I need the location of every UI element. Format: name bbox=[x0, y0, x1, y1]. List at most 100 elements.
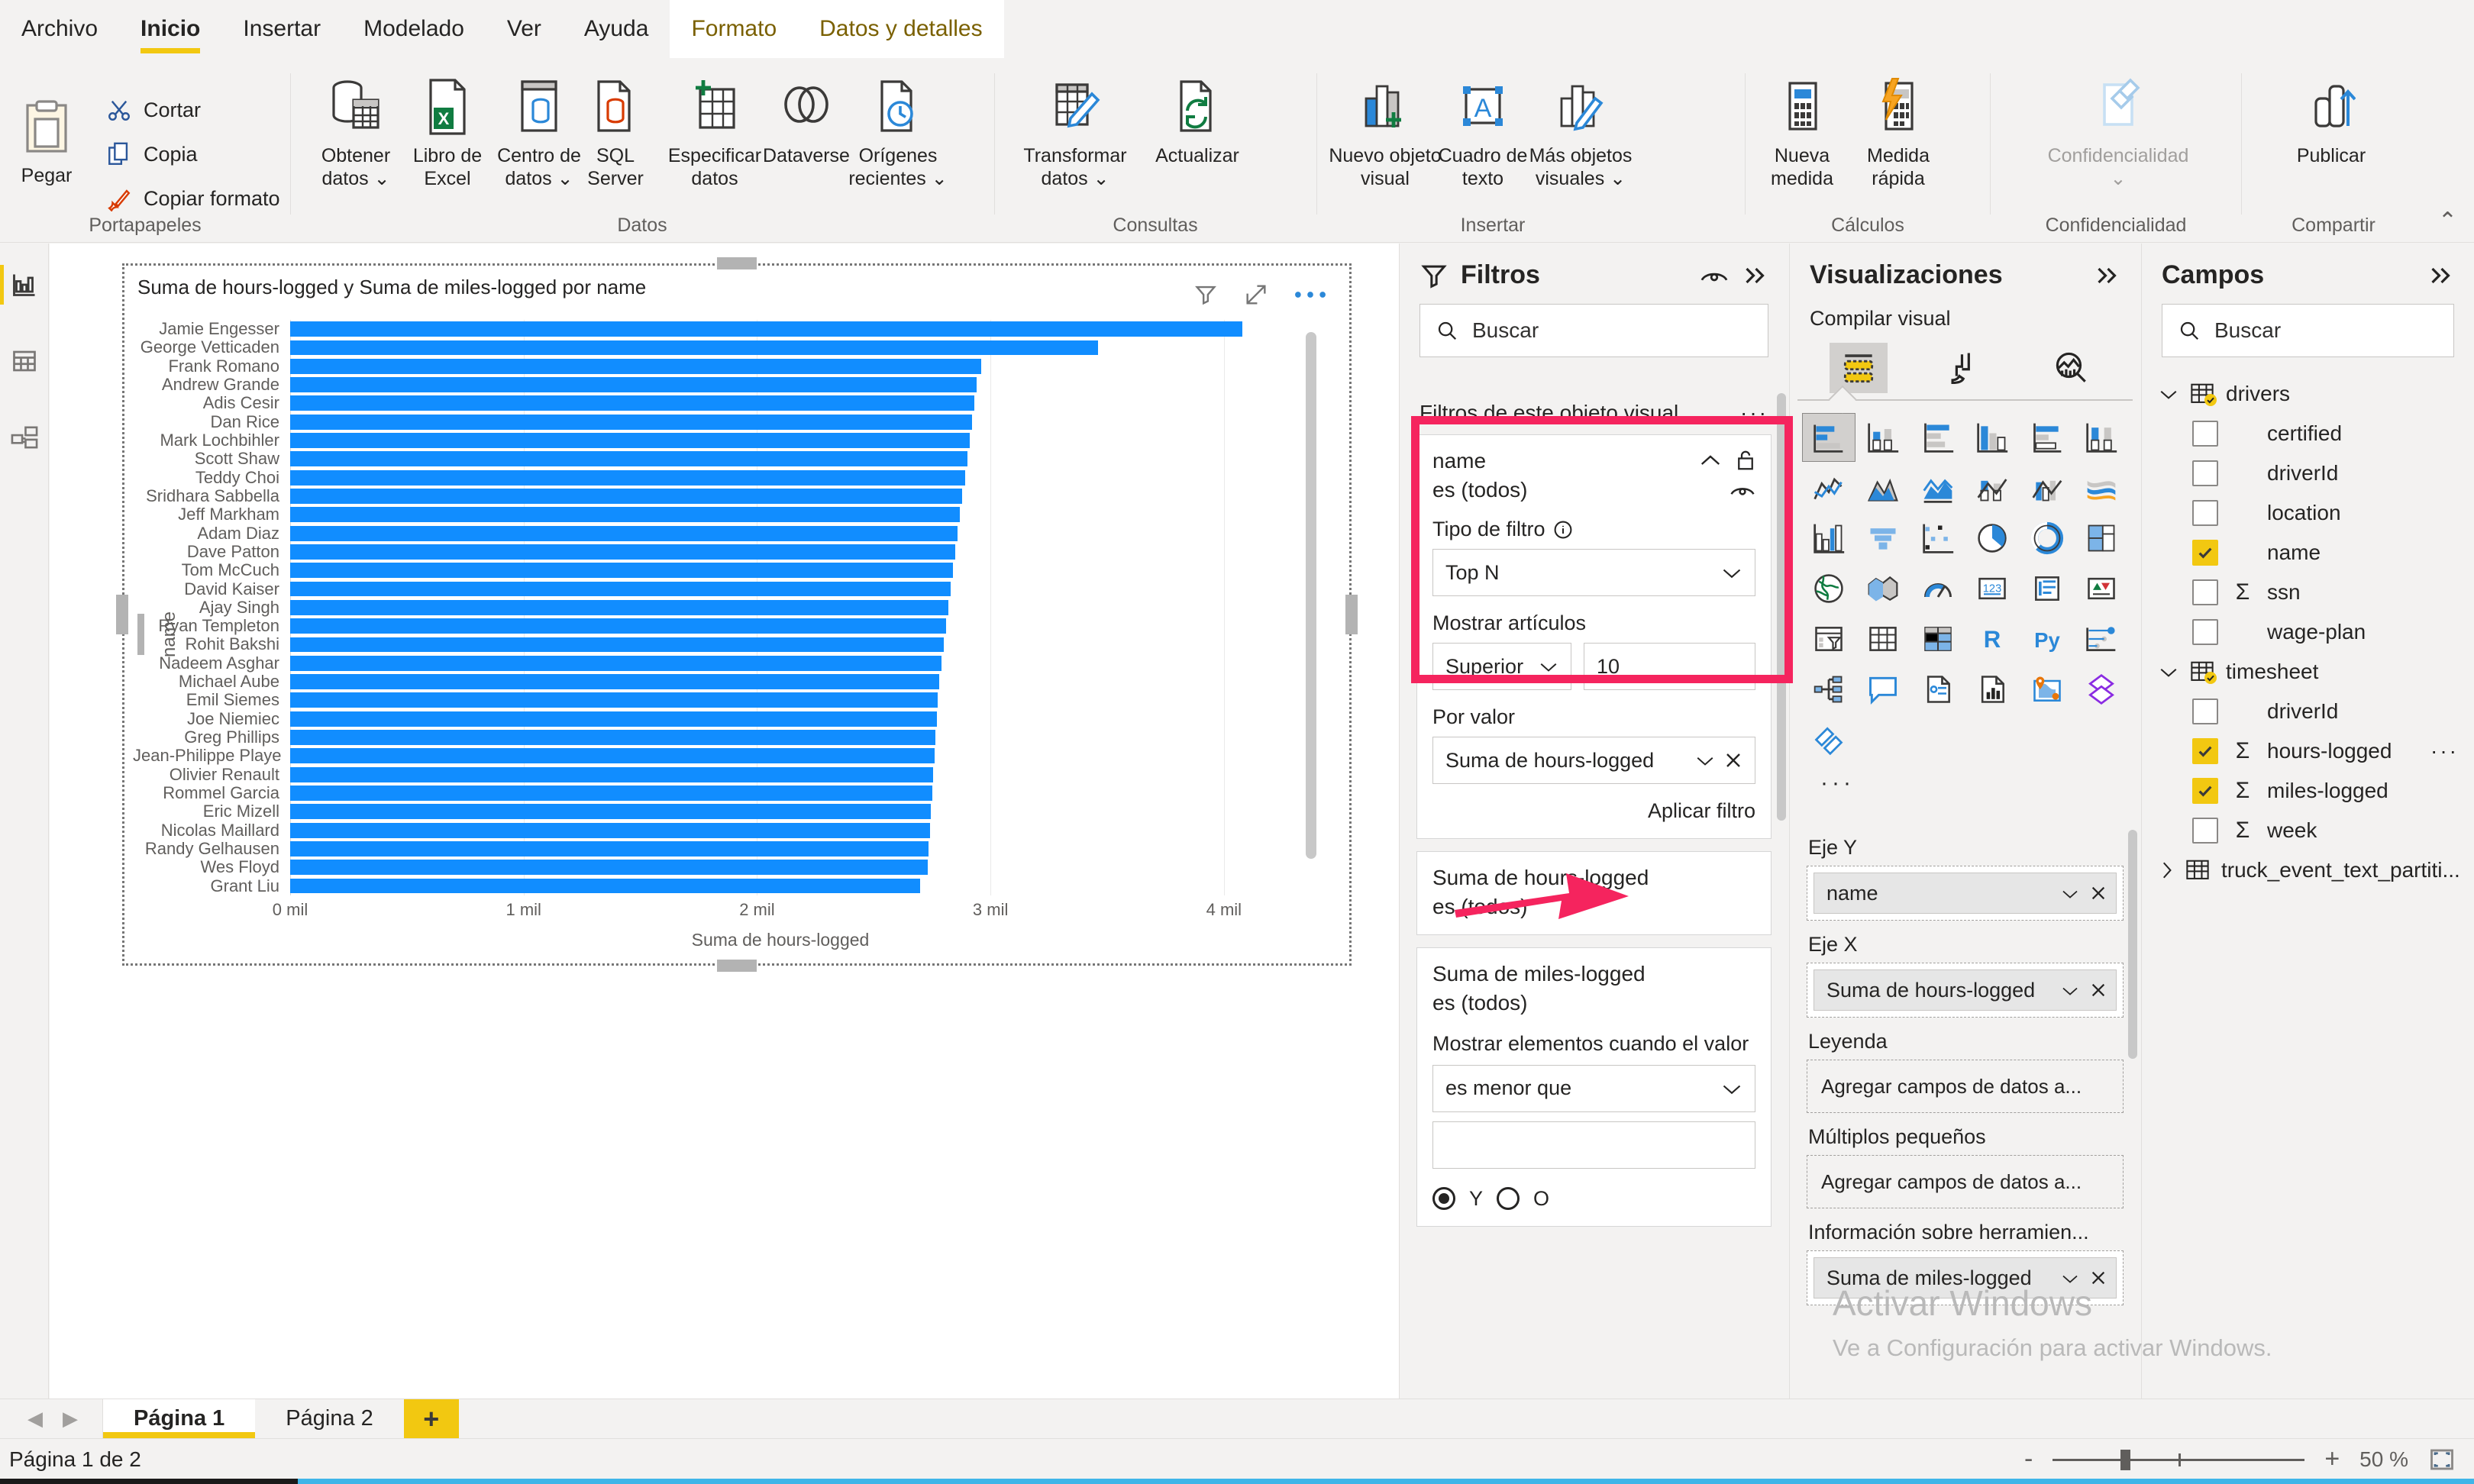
visual-type-line-and-clustered-column-chart[interactable] bbox=[2020, 463, 2074, 512]
field-item-driverid[interactable]: driverId bbox=[2142, 692, 2474, 731]
field-checkbox[interactable] bbox=[2192, 698, 2218, 724]
cut-button[interactable]: Cortar bbox=[104, 95, 201, 125]
bar-chart-visual[interactable]: Suma de hours-logged y Suma de miles-log… bbox=[133, 274, 1341, 955]
field-well-drop-zone[interactable]: Suma de miles-logged bbox=[1807, 1250, 2124, 1305]
visual-type-clustered-column-chart[interactable] bbox=[1966, 413, 2020, 462]
visual-type-line-and-stacked-column-chart[interactable] bbox=[1966, 463, 2020, 512]
radio-and[interactable] bbox=[1432, 1187, 1455, 1211]
remove-field-icon[interactable] bbox=[2090, 1269, 2107, 1286]
ribbon-tab-datos-y-detalles[interactable]: Datos y detalles bbox=[798, 0, 1004, 58]
chart-bar-row[interactable]: Mark Lochbihler bbox=[133, 431, 1271, 450]
chevron-down-icon[interactable] bbox=[2061, 985, 2079, 996]
visual-type-ribbon-chart[interactable] bbox=[2075, 463, 2129, 512]
visual-type-clustered-bar-chart[interactable] bbox=[1911, 413, 1965, 462]
bar[interactable] bbox=[290, 433, 970, 448]
visual-type-slicer[interactable] bbox=[1802, 615, 1856, 663]
analytics-tab[interactable] bbox=[2043, 343, 2101, 393]
chart-bar-row[interactable]: Teddy Choi bbox=[133, 468, 1271, 487]
zoom-slider[interactable] bbox=[2053, 1448, 2305, 1471]
bar[interactable] bbox=[290, 377, 977, 393]
comparison-operator-select[interactable]: es menor que bbox=[1432, 1064, 1755, 1112]
add-page-button[interactable]: + bbox=[403, 1399, 459, 1438]
scrollbar-thumb[interactable] bbox=[2128, 830, 2137, 1059]
chevron-up-icon[interactable] bbox=[1699, 453, 1722, 468]
bar[interactable] bbox=[290, 730, 936, 745]
field-item-ssn[interactable]: Σssn bbox=[2142, 573, 2474, 612]
bar[interactable] bbox=[290, 321, 1243, 337]
field-checkbox[interactable] bbox=[2192, 619, 2218, 645]
bar[interactable] bbox=[290, 563, 954, 579]
ribbon-tab-formato[interactable]: Formato bbox=[670, 0, 799, 58]
bar[interactable] bbox=[290, 822, 930, 838]
field-checkbox[interactable] bbox=[2192, 500, 2218, 526]
eye-icon[interactable] bbox=[1730, 481, 1755, 499]
field-item-miles-logged[interactable]: Σmiles-logged bbox=[2142, 771, 2474, 811]
bar[interactable] bbox=[290, 860, 928, 876]
field-item-certified[interactable]: certified bbox=[2142, 414, 2474, 453]
visual-type-donut-chart[interactable] bbox=[2020, 514, 2074, 563]
field-item-week[interactable]: Σweek bbox=[2142, 811, 2474, 850]
chart-bar-row[interactable]: Randy Gelhausen bbox=[133, 839, 1271, 858]
chart-bar-row[interactable]: Ajay Singh bbox=[133, 598, 1271, 617]
ribbon-tab-insertar[interactable]: Insertar bbox=[221, 0, 342, 58]
bar[interactable] bbox=[290, 451, 967, 467]
chart-bar-row[interactable]: David Kaiser bbox=[133, 579, 1271, 598]
chart-bar-row[interactable]: Wes Floyd bbox=[133, 857, 1271, 876]
visual-type-filled-map[interactable] bbox=[1857, 564, 1910, 613]
remove-field-icon[interactable] bbox=[1724, 751, 1742, 769]
bar[interactable] bbox=[290, 655, 941, 671]
paste-button[interactable]: Pegar bbox=[5, 89, 89, 188]
bar[interactable] bbox=[290, 804, 932, 820]
chart-bar-row[interactable]: Frank Romano bbox=[133, 356, 1271, 376]
visual-type-qa-visual[interactable] bbox=[1857, 665, 1910, 714]
visual-type-multi-row-card[interactable] bbox=[2020, 564, 2074, 613]
chart-bar-row[interactable]: Rommel Garcia bbox=[133, 783, 1271, 802]
build-fields-tab[interactable] bbox=[1829, 343, 1888, 393]
chart-bar-row[interactable]: Dave Patton bbox=[133, 542, 1271, 561]
sql-server-button[interactable]: SQL Server bbox=[573, 69, 657, 190]
visual-type-arcgis-maps[interactable] bbox=[2020, 665, 2074, 714]
expand-icon[interactable] bbox=[2427, 264, 2454, 287]
field-well-drop-zone[interactable]: Agregar campos de datos a... bbox=[1807, 1060, 2124, 1113]
new-measure-button[interactable]: Nueva medida bbox=[1756, 69, 1848, 190]
visual-type-python-visual[interactable]: Py bbox=[2020, 615, 2074, 663]
field-checkbox[interactable] bbox=[2192, 579, 2218, 605]
chevron-right-icon[interactable] bbox=[2159, 860, 2174, 880]
by-value-field-well[interactable]: Suma de hours-logged bbox=[1432, 737, 1755, 784]
zoom-slider-knob[interactable] bbox=[2120, 1449, 2131, 1470]
chart-bar-row[interactable]: Michael Aube bbox=[133, 672, 1271, 691]
visualizations-pane-scrollbar[interactable] bbox=[2128, 830, 2137, 1356]
visual-type-key-influencers[interactable] bbox=[2075, 615, 2129, 663]
resize-handle-bottom[interactable] bbox=[717, 960, 757, 972]
apply-filter-button[interactable]: Aplicar filtro bbox=[1648, 799, 1755, 823]
bar[interactable] bbox=[290, 786, 932, 801]
report-canvas[interactable]: Suma de hours-logged y Suma de miles-log… bbox=[50, 244, 1399, 1399]
zoom-out-button[interactable]: - bbox=[2024, 1444, 2033, 1474]
chart-bar-row[interactable]: Jean-Philippe Playe bbox=[133, 746, 1271, 765]
visual-type-100-stacked-column-chart[interactable] bbox=[2075, 413, 2129, 462]
visual-type-power-apps[interactable] bbox=[2075, 665, 2129, 714]
top-bottom-select[interactable]: Superior bbox=[1432, 643, 1571, 690]
ribbon-tab-archivo[interactable]: Archivo bbox=[0, 0, 119, 58]
bar[interactable] bbox=[290, 469, 965, 486]
publish-button[interactable]: Publicar bbox=[2274, 69, 2388, 168]
visual-type-stacked-area-chart[interactable] bbox=[1911, 463, 1965, 512]
filter-card-hours-logged[interactable]: Suma de hours-logged es (todos) bbox=[1416, 851, 1772, 935]
field-checkbox[interactable] bbox=[2192, 540, 2218, 566]
chart-bar-row[interactable]: Adam Diaz bbox=[133, 524, 1271, 543]
field-more-options[interactable]: ··· bbox=[2430, 739, 2459, 763]
ribbon-tab-modelado[interactable]: Modelado bbox=[342, 0, 486, 58]
bar[interactable] bbox=[290, 766, 934, 782]
fields-table-truck-event-text-partiti-[interactable]: truck_event_text_partiti... bbox=[2142, 850, 2474, 890]
chart-bar-row[interactable]: Tom McCuch bbox=[133, 560, 1271, 579]
chart-bar-row[interactable]: Greg Phillips bbox=[133, 727, 1271, 747]
field-item-location[interactable]: location bbox=[2142, 493, 2474, 533]
field-item-hours-logged[interactable]: Σhours-logged ··· bbox=[2142, 731, 2474, 771]
field-checkbox[interactable] bbox=[2192, 421, 2218, 447]
visual-type-power-automate[interactable] bbox=[1802, 715, 1856, 764]
ribbon-tab-inicio[interactable]: Inicio bbox=[119, 0, 221, 58]
top-n-count-input[interactable]: 10 bbox=[1584, 643, 1755, 690]
visual-type-scatter-chart[interactable] bbox=[1911, 514, 1965, 563]
visual-type-gauge[interactable] bbox=[1911, 564, 1965, 613]
visual-type-100-stacked-bar-chart[interactable] bbox=[2020, 413, 2074, 462]
